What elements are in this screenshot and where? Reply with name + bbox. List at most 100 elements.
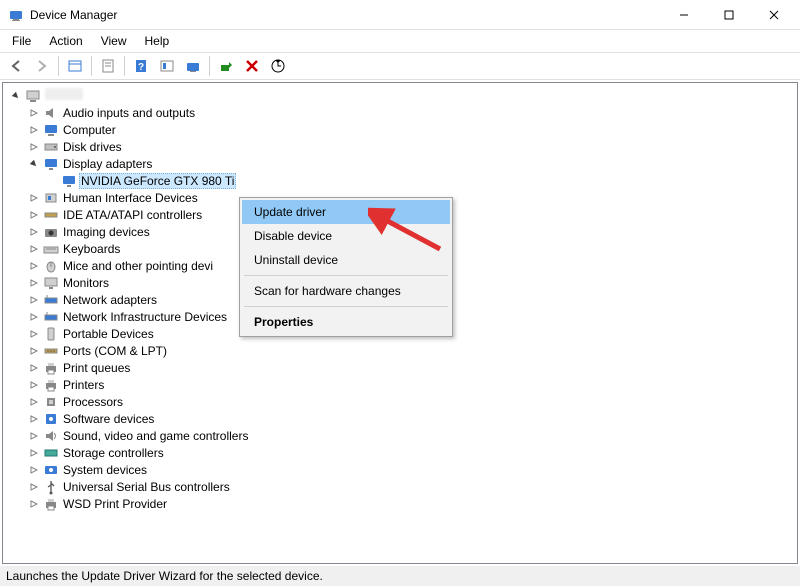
- svg-text:?: ?: [138, 62, 144, 73]
- tree-item-label: Storage controllers: [61, 446, 166, 460]
- chevron-down-icon[interactable]: [9, 89, 23, 103]
- chevron-icon: [45, 174, 59, 188]
- properties-button[interactable]: [96, 55, 120, 77]
- context-uninstall-device[interactable]: Uninstall device: [242, 248, 450, 272]
- printer-icon: [43, 377, 59, 393]
- display-icon: [61, 173, 77, 189]
- network-icon: [43, 292, 59, 308]
- back-button[interactable]: [4, 55, 28, 77]
- tree-item-label: Mice and other pointing devi: [61, 259, 215, 273]
- tree-item[interactable]: Software devices: [3, 410, 797, 427]
- help-button[interactable]: ?: [129, 55, 153, 77]
- chevron-icon[interactable]: [27, 225, 41, 239]
- tree-item[interactable]: Storage controllers: [3, 444, 797, 461]
- chevron-icon[interactable]: [27, 106, 41, 120]
- hid-icon: [43, 190, 59, 206]
- chevron-icon[interactable]: [27, 480, 41, 494]
- tree-item-label: Imaging devices: [61, 225, 152, 239]
- chevron-icon[interactable]: [27, 242, 41, 256]
- tree-root[interactable]: [3, 87, 797, 104]
- chevron-icon[interactable]: [27, 191, 41, 205]
- toolbar-separator: [91, 56, 92, 76]
- computer-icon: [43, 122, 59, 138]
- context-properties[interactable]: Properties: [242, 310, 450, 334]
- tree-item-label: Keyboards: [61, 242, 122, 256]
- tree-item-label: Network adapters: [61, 293, 159, 307]
- chevron-icon[interactable]: [27, 327, 41, 341]
- speaker-icon: [43, 105, 59, 121]
- chevron-icon[interactable]: [27, 463, 41, 477]
- chevron-icon[interactable]: [27, 123, 41, 137]
- forward-button[interactable]: [30, 55, 54, 77]
- chevron-icon[interactable]: [27, 208, 41, 222]
- tree-item[interactable]: Processors: [3, 393, 797, 410]
- tree-item-label: NVIDIA GeForce GTX 980 Ti: [79, 173, 236, 189]
- port-icon: [43, 343, 59, 359]
- menu-view[interactable]: View: [93, 32, 135, 50]
- tree-item-label: Audio inputs and outputs: [61, 106, 197, 120]
- close-button[interactable]: [751, 1, 796, 29]
- update-driver-button[interactable]: [266, 55, 290, 77]
- minimize-button[interactable]: [661, 1, 706, 29]
- software-icon: [43, 411, 59, 427]
- tree-item[interactable]: Disk drives: [3, 138, 797, 155]
- tree-item[interactable]: Print queues: [3, 359, 797, 376]
- context-update-driver[interactable]: Update driver: [242, 200, 450, 224]
- chevron-icon[interactable]: [27, 259, 41, 273]
- disk-icon: [43, 139, 59, 155]
- toolbar-separator: [124, 56, 125, 76]
- show-hide-console-button[interactable]: [63, 55, 87, 77]
- chevron-icon[interactable]: [27, 361, 41, 375]
- maximize-button[interactable]: [706, 1, 751, 29]
- uninstall-device-button[interactable]: [240, 55, 264, 77]
- context-separator: [244, 306, 448, 307]
- statusbar: Launches the Update Driver Wizard for th…: [0, 566, 800, 586]
- chevron-icon[interactable]: [27, 412, 41, 426]
- tree-item[interactable]: Display adapters: [3, 155, 797, 172]
- chevron-icon[interactable]: [27, 344, 41, 358]
- sound-icon: [43, 428, 59, 444]
- network-icon: [43, 309, 59, 325]
- tree-item-label: Printers: [61, 378, 106, 392]
- enable-device-button[interactable]: [214, 55, 238, 77]
- tree-item-label: Processors: [61, 395, 125, 409]
- action-center-button[interactable]: [155, 55, 179, 77]
- context-separator: [244, 275, 448, 276]
- app-icon: [8, 7, 24, 23]
- tree-item[interactable]: Ports (COM & LPT): [3, 342, 797, 359]
- toolbar-separator: [58, 56, 59, 76]
- chevron-icon[interactable]: [27, 157, 41, 171]
- tree-item[interactable]: Universal Serial Bus controllers: [3, 478, 797, 495]
- tree-item-label: Software devices: [61, 412, 156, 426]
- tree-item-label: Human Interface Devices: [61, 191, 200, 205]
- chevron-icon[interactable]: [27, 446, 41, 460]
- context-scan-hardware[interactable]: Scan for hardware changes: [242, 279, 450, 303]
- menubar: File Action View Help: [0, 30, 800, 52]
- portable-icon: [43, 326, 59, 342]
- tree-child-item[interactable]: NVIDIA GeForce GTX 980 Ti: [3, 172, 797, 189]
- chevron-icon[interactable]: [27, 429, 41, 443]
- tree-item-label: Computer: [61, 123, 118, 137]
- tree-item-label: WSD Print Provider: [61, 497, 169, 511]
- menu-help[interactable]: Help: [137, 32, 178, 50]
- scan-hardware-button[interactable]: [181, 55, 205, 77]
- menu-action[interactable]: Action: [41, 32, 90, 50]
- chevron-icon[interactable]: [27, 140, 41, 154]
- menu-file[interactable]: File: [4, 32, 39, 50]
- tree-item[interactable]: WSD Print Provider: [3, 495, 797, 512]
- tree-item[interactable]: System devices: [3, 461, 797, 478]
- chevron-icon[interactable]: [27, 310, 41, 324]
- chevron-icon[interactable]: [27, 293, 41, 307]
- context-menu: Update driver Disable device Uninstall d…: [239, 197, 453, 337]
- tree-item[interactable]: Computer: [3, 121, 797, 138]
- tree-item[interactable]: Printers: [3, 376, 797, 393]
- tree-item[interactable]: Audio inputs and outputs: [3, 104, 797, 121]
- chevron-icon[interactable]: [27, 395, 41, 409]
- chevron-icon[interactable]: [27, 276, 41, 290]
- context-disable-device[interactable]: Disable device: [242, 224, 450, 248]
- tree-item[interactable]: Sound, video and game controllers: [3, 427, 797, 444]
- tree-item-label: System devices: [61, 463, 149, 477]
- chevron-icon[interactable]: [27, 378, 41, 392]
- chevron-icon[interactable]: [27, 497, 41, 511]
- storage-icon: [43, 445, 59, 461]
